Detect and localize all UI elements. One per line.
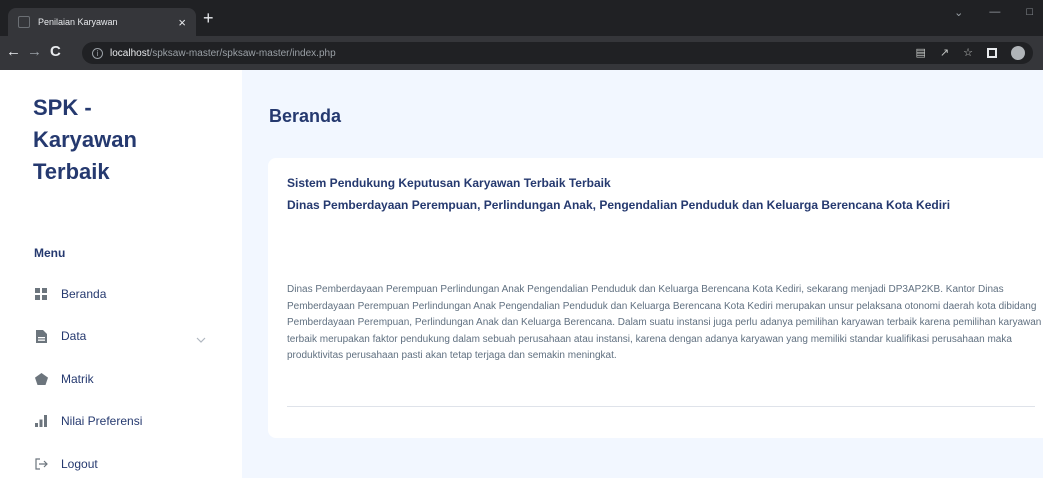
pentagon-icon xyxy=(34,372,48,386)
tab-close-icon[interactable]: × xyxy=(178,16,186,29)
tab-search-icon[interactable]: ⌄ xyxy=(954,6,963,19)
sidebar-item-label: Beranda xyxy=(61,287,107,301)
sidebar-item-label: Data xyxy=(61,329,87,343)
sidebar-brand[interactable]: SPK - Karyawan Terbaik xyxy=(33,92,183,188)
logout-icon xyxy=(34,457,48,471)
chevron-down-icon[interactable] xyxy=(196,330,206,348)
card-subheading: Dinas Pemberdayaan Perempuan, Perlindung… xyxy=(287,198,951,212)
forward-arrow-icon[interactable]: → xyxy=(27,44,42,59)
browser-toolbar: ← → C i localhost /spksaw-master/spksaw-… xyxy=(0,36,1043,70)
sidebar-item-nilai-preferensi[interactable]: Nilai Preferensi xyxy=(34,408,214,434)
browser-tab-bar: Penilaian Karyawan × + ⌄ — □ xyxy=(0,0,1043,36)
address-bar[interactable]: i localhost /spksaw-master/spksaw-master… xyxy=(82,42,1033,64)
card-body-text: Dinas Pemberdayaan Perempuan Perlindunga… xyxy=(287,284,1042,362)
tab-title: Penilaian Karyawan xyxy=(38,17,118,27)
main-content: Beranda Sistem Pendukung Keputusan Karya… xyxy=(242,70,1043,478)
bookmark-star-icon[interactable]: ☆ xyxy=(963,46,973,60)
info-icon[interactable]: i xyxy=(92,47,103,59)
card-heading: Sistem Pendukung Keputusan Karyawan Terb… xyxy=(287,176,611,190)
new-tab-button[interactable]: + xyxy=(203,9,214,27)
minimize-icon[interactable]: — xyxy=(989,6,1000,19)
page-title: Beranda xyxy=(269,106,342,126)
menu-title: Menu xyxy=(34,246,66,260)
sidebar-item-label: Nilai Preferensi xyxy=(61,414,143,428)
side-panel-icon[interactable] xyxy=(987,48,997,58)
info-card: Sistem Pendukung Keputusan Karyawan Terb… xyxy=(268,158,1043,438)
sidebar-item-beranda[interactable]: Beranda xyxy=(34,281,214,307)
sidebar-item-label: Matrik xyxy=(61,372,94,386)
sidebar-item-logout[interactable]: Logout xyxy=(34,451,214,477)
translate-icon[interactable]: ▤ xyxy=(916,46,926,60)
url-host: localhost xyxy=(110,47,150,59)
window-controls: ⌄ — □ xyxy=(954,6,1033,19)
address-bar-actions: ▤ ↗ ☆ xyxy=(916,46,1025,60)
sidebar-item-matrik[interactable]: Matrik xyxy=(34,366,214,392)
url-path: /spksaw-master/spksaw-master/index.php xyxy=(149,47,336,59)
browser-tab[interactable]: Penilaian Karyawan × xyxy=(8,8,196,36)
share-icon[interactable]: ↗ xyxy=(940,46,949,60)
page: SPK - Karyawan Terbaik Menu Beranda Data… xyxy=(0,70,1043,478)
bar-chart-icon xyxy=(34,414,48,428)
sidebar-item-data[interactable]: Data xyxy=(34,323,214,349)
file-icon xyxy=(34,329,48,343)
restore-icon[interactable]: □ xyxy=(1026,6,1033,19)
page-favicon-icon xyxy=(18,16,30,28)
divider xyxy=(287,406,1035,407)
sidebar: SPK - Karyawan Terbaik Menu Beranda Data… xyxy=(0,70,242,478)
grid-icon xyxy=(34,287,48,301)
back-arrow-icon[interactable]: ← xyxy=(6,44,21,59)
profile-avatar-icon[interactable] xyxy=(1011,46,1025,60)
reload-icon[interactable]: C xyxy=(50,44,61,59)
sidebar-item-label: Logout xyxy=(61,457,98,471)
